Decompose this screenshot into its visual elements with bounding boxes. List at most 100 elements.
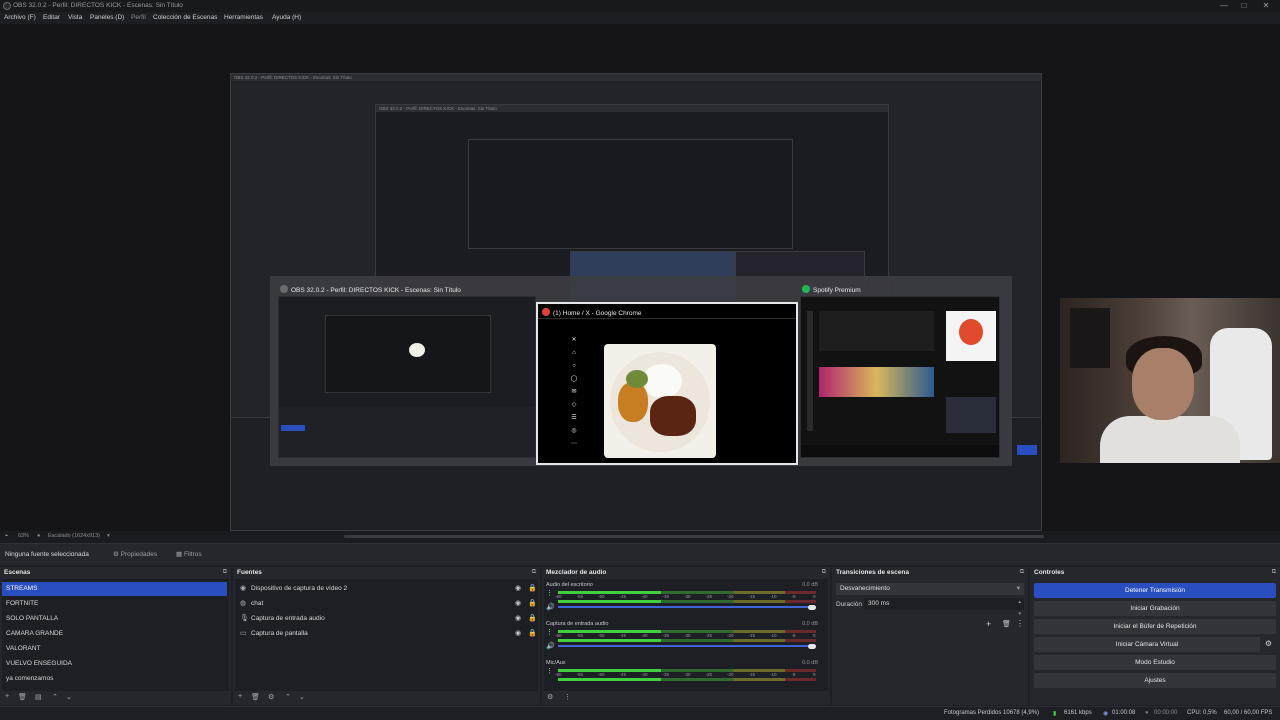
- scale-dropdown-icon[interactable]: ▾: [107, 533, 110, 539]
- window-title: OBS 32.0.2 - Perfil: DIRECTOS KICK - Esc…: [13, 2, 183, 9]
- speaker-icon[interactable]: 🔊: [546, 603, 555, 611]
- scene-item-solo-pantalla[interactable]: SOLO PANTALLA: [2, 612, 227, 626]
- volume-fader[interactable]: [558, 645, 816, 647]
- add-scene-icon[interactable]: +: [5, 693, 9, 700]
- meter-tick-label: -5: [791, 672, 796, 677]
- remove-scene-icon[interactable]: 🗑: [18, 693, 27, 701]
- add-transition-icon[interactable]: +: [986, 619, 991, 629]
- channel-menu-icon[interactable]: ⋮: [546, 667, 553, 675]
- switcher-tile-spotify[interactable]: [800, 296, 1000, 458]
- scene-item-camara-grande[interactable]: CAMARA GRANDE: [2, 627, 227, 641]
- transition-select[interactable]: Desvanecimiento ▾: [836, 583, 1024, 595]
- move-down-icon[interactable]: ⌄: [66, 693, 72, 701]
- scale-label[interactable]: Escalado (1624x913): [48, 533, 100, 539]
- transition-menu-icon[interactable]: ⋮: [1016, 619, 1024, 628]
- scenes-float-icon[interactable]: ⧉: [223, 569, 227, 576]
- move-up-icon[interactable]: ⌃: [285, 693, 291, 701]
- lock-icon[interactable]: 🔒: [528, 612, 537, 626]
- preview-scrollbar[interactable]: [344, 535, 1044, 538]
- obs-logo-icon: [3, 2, 11, 10]
- obs-app-icon: [280, 285, 288, 293]
- visibility-eye-icon[interactable]: ◉: [515, 612, 521, 626]
- menu-archivo[interactable]: Archivo (F): [4, 14, 36, 21]
- sources-float-icon[interactable]: ⧉: [532, 569, 536, 576]
- lock-icon[interactable]: 🔒: [528, 582, 537, 596]
- menu-herramientas[interactable]: Herramientas: [224, 14, 263, 21]
- mixer-channel-audio-input: Captura de entrada audio 0.0 dB ⋮ -60 -55…: [544, 620, 822, 658]
- record-time: 00:00:00: [1154, 710, 1178, 716]
- meter-tick-label: -20: [727, 672, 734, 677]
- scene-item-valorant[interactable]: VALORANT: [2, 642, 227, 656]
- filter-icon: ▦: [176, 551, 184, 558]
- stop-streaming-button[interactable]: Detener Transmisión: [1034, 583, 1276, 598]
- settings-button[interactable]: Ajustes: [1034, 673, 1276, 688]
- channel-menu-icon[interactable]: ⋮: [546, 589, 553, 597]
- menu-vista[interactable]: Vista: [68, 14, 82, 21]
- meter-tick-label: -60: [555, 672, 562, 677]
- webcam-source[interactable]: [1060, 298, 1280, 463]
- remove-source-icon[interactable]: 🗑: [251, 693, 260, 701]
- speaker-icon[interactable]: 🔊: [546, 642, 555, 650]
- meter-tick-label: -10: [770, 672, 777, 677]
- spin-icon[interactable]: ▴ ▾: [1018, 596, 1021, 620]
- start-virtual-camera-button[interactable]: Iniciar Cámara Virtual: [1034, 637, 1260, 652]
- source-item-audio-input[interactable]: 🎙 Captura de entrada audio ◉ 🔒: [235, 612, 537, 626]
- dropped-frames: Fotogramas Perdidos 10678 (4,9%): [944, 710, 1040, 716]
- visibility-eye-icon[interactable]: ◉: [515, 597, 521, 611]
- meter-tick-label: -45: [619, 672, 627, 677]
- start-replay-buffer-button[interactable]: Iniciar el Búfer de Repetición: [1034, 619, 1276, 634]
- source-properties-icon[interactable]: ⚙: [268, 693, 274, 701]
- virtual-camera-settings-icon[interactable]: ⚙: [1265, 639, 1272, 648]
- transition-selected: Desvanecimiento: [840, 585, 890, 592]
- properties-button[interactable]: ⚙ Propiedades: [110, 549, 160, 560]
- start-recording-button[interactable]: Iniciar Grabación: [1034, 601, 1276, 616]
- switcher-tile-obs[interactable]: [278, 296, 536, 458]
- scene-item-fortnite[interactable]: FORTNITE: [2, 597, 227, 611]
- minimize-button[interactable]: —: [1218, 1, 1230, 11]
- menu-paneles[interactable]: Paneles (D): [90, 14, 124, 21]
- add-source-icon[interactable]: +: [238, 693, 242, 700]
- filters-button[interactable]: ▦ Filtros: [173, 549, 205, 560]
- visibility-eye-icon[interactable]: ◉: [515, 582, 521, 596]
- scene-item-streams[interactable]: STREAMS: [2, 582, 227, 596]
- lock-icon[interactable]: 🔒: [528, 627, 537, 641]
- switcher-title-chrome: (1) Home / X - Google Chrome: [553, 310, 642, 317]
- spotify-album-face: [959, 319, 983, 345]
- meter-tick-label: 0: [813, 633, 816, 638]
- menu-perfil[interactable]: Perfil: [131, 14, 146, 21]
- microphone-icon: 🎙: [240, 615, 249, 622]
- maximize-button[interactable]: □: [1238, 1, 1250, 11]
- channel-menu-icon[interactable]: ⋮: [546, 628, 553, 636]
- source-item-video-capture[interactable]: ◉ Dispositivo de captura de vídeo 2 ◉ 🔒: [235, 582, 537, 596]
- remove-transition-icon[interactable]: 🗑: [1002, 620, 1011, 628]
- switcher-tile-chrome[interactable]: (1) Home / X - Google Chrome ✕ ⌂ ○ ◯ ✉ ◇ ☰ ◎ ⋯: [536, 302, 798, 465]
- scene-item-ya-comenzamos[interactable]: ya comenzamos: [2, 672, 227, 686]
- studio-mode-button[interactable]: Modo Estudio: [1034, 655, 1276, 670]
- controls-float-icon[interactable]: ⧉: [1272, 569, 1276, 576]
- scene-filters-icon[interactable]: ▤: [35, 693, 42, 701]
- preview-area[interactable]: OBS 32.0.2 - Perfil: DIRECTOS KICK - Esc…: [0, 24, 1280, 531]
- menu-coleccion-escenas[interactable]: Colección de Escenas: [153, 14, 217, 21]
- menu-bar: Archivo (F) Editar Vista Paneles (D) Per…: [0, 12, 1280, 24]
- transitions-float-icon[interactable]: ⧉: [1020, 569, 1024, 576]
- mixer-menu-icon[interactable]: ⋮: [564, 693, 571, 701]
- close-button[interactable]: ✕: [1260, 1, 1272, 11]
- duration-input[interactable]: 300 ms ▴ ▾: [864, 598, 1024, 617]
- properties-label: Propiedades: [120, 551, 158, 558]
- menu-editar[interactable]: Editar: [43, 14, 60, 21]
- source-item-chat[interactable]: ◍ chat ◉ 🔒: [235, 597, 537, 611]
- menu-ayuda[interactable]: Ayuda (H): [272, 14, 301, 21]
- scene-item-vuelvo-enseguida[interactable]: VUELVO ENSEGUIDA: [2, 657, 227, 671]
- visibility-eye-icon[interactable]: ◉: [515, 627, 521, 641]
- snap-icon[interactable]: ⌖: [5, 533, 8, 540]
- lock-icon[interactable]: 🔒: [528, 597, 537, 611]
- move-down-icon[interactable]: ⌄: [299, 693, 305, 701]
- source-item-screen-capture[interactable]: ▭ Captura de pantalla ◉ 🔒: [235, 627, 537, 641]
- fader-knob[interactable]: [808, 604, 816, 610]
- advanced-audio-icon[interactable]: ⚙: [547, 693, 553, 701]
- zoom-level[interactable]: 63%: [18, 533, 29, 539]
- fader-knob[interactable]: [808, 643, 816, 649]
- move-up-icon[interactable]: ⌃: [52, 693, 58, 701]
- mixer-float-icon[interactable]: ⧉: [822, 569, 826, 576]
- volume-fader[interactable]: [558, 606, 816, 608]
